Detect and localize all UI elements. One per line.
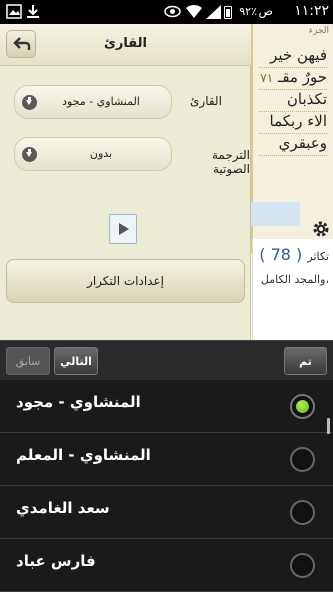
option-label: فارس عباد <box>16 552 96 570</box>
list-item[interactable]: فارس عباد <box>0 539 333 592</box>
repeat-settings-button[interactable]: إعدادات التكرار <box>6 259 245 303</box>
signal-icon <box>206 5 221 19</box>
radio-selected[interactable] <box>290 394 315 419</box>
battery-percent: ٩٢٪ <box>239 5 257 18</box>
reciter-panel: القارئ القارئ المنشاوي - مجود الترجمة ال… <box>0 24 251 340</box>
panel-header: القارئ <box>0 24 251 66</box>
page-header: الجزء <box>308 26 329 36</box>
reciter-label: القارئ <box>190 94 222 108</box>
tafsir-panel: ( 78 ) تكاثر والمجد الكامل، <box>252 239 333 342</box>
verse-line: وعبقري <box>259 134 327 156</box>
translation-select[interactable]: بدون <box>14 137 172 171</box>
verse-line: تكذبان <box>259 90 327 112</box>
reciter-option-list[interactable]: المنشاوي - مجود المنشاوي - المعلم سعد ال… <box>0 380 333 592</box>
image-notification-icon <box>6 4 22 19</box>
option-label: سعد الغامدي <box>16 499 110 517</box>
verse-text: تكاثر <box>307 250 329 263</box>
verse-highlight <box>250 202 300 226</box>
wifi-icon <box>186 4 202 19</box>
verse-line: الاء ربكما <box>259 112 327 134</box>
reciter-select-value: المنشاوي - مجود <box>62 95 140 108</box>
option-label: المنشاوي - مجود <box>16 393 141 411</box>
previous-button[interactable]: سابق <box>6 347 50 375</box>
list-item[interactable]: المنشاوي - المعلم <box>0 433 333 486</box>
panel-title: القارئ <box>104 36 147 51</box>
dropdown-arrow-icon <box>22 95 37 110</box>
play-button[interactable] <box>109 214 137 244</box>
eye-icon <box>164 5 181 18</box>
gear-icon[interactable] <box>312 220 330 238</box>
radio-unselected[interactable] <box>290 447 315 472</box>
done-button[interactable]: تم <box>284 347 327 375</box>
verse-line: حورٌ مقـ ٧١ <box>259 68 327 90</box>
status-bar: ٩٢٪ ص ١١:٢٢ <box>0 0 333 24</box>
translation-label: الترجمة الصوتية <box>211 148 250 176</box>
scrollbar-thumb[interactable] <box>327 418 330 434</box>
list-item[interactable]: المنشاوي - مجود <box>0 380 333 433</box>
radio-unselected[interactable] <box>290 553 315 578</box>
option-label: المنشاوي - المعلم <box>16 446 151 464</box>
am-pm-indicator: ص <box>258 4 273 18</box>
ayah-number-marker: ٧١ <box>260 71 274 85</box>
clock: ١١:٢٢ <box>294 3 329 19</box>
reciter-select[interactable]: المنشاوي - مجود <box>14 85 172 119</box>
next-button[interactable]: التالي <box>54 347 98 375</box>
download-notification-icon <box>27 5 39 18</box>
translation-select-value: بدون <box>89 147 113 160</box>
repeat-settings-label: إعدادات التكرار <box>87 274 164 288</box>
battery-icon <box>224 6 232 19</box>
verse-number: ( 78 ) تكاثر <box>259 245 329 264</box>
verse-line: فيهن خير <box>259 46 327 68</box>
radio-unselected[interactable] <box>290 500 315 525</box>
list-item[interactable]: سعد الغامدي <box>0 486 333 539</box>
tafsir-text: والمجد الكامل، <box>260 273 329 286</box>
picker-toolbar: سابق التالي تم <box>0 340 333 380</box>
dropdown-arrow-icon <box>22 147 37 162</box>
